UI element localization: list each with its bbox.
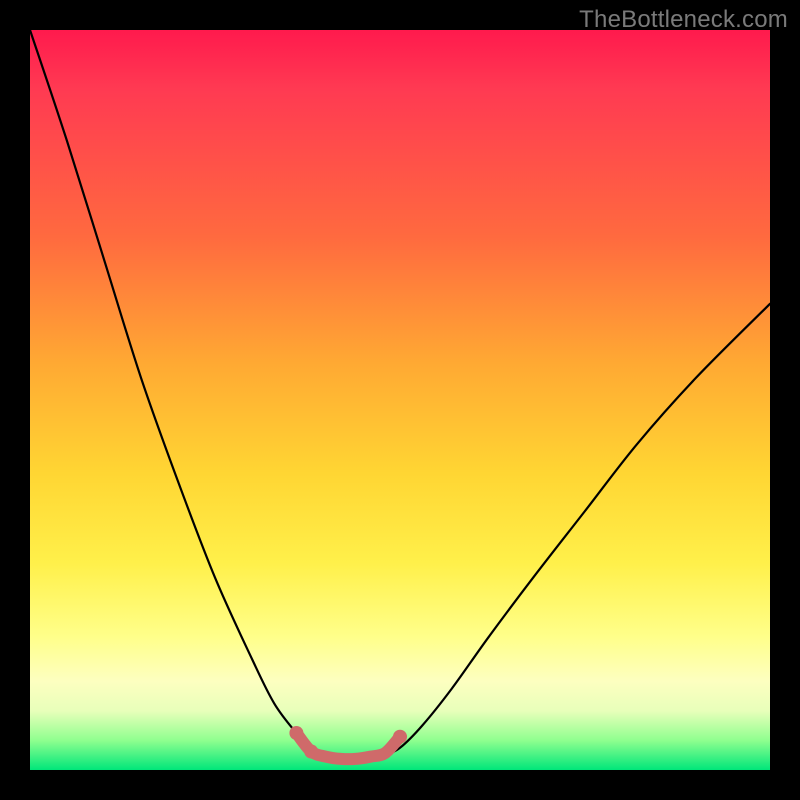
curve-right-arm xyxy=(385,304,770,755)
curve-left-arm xyxy=(30,30,326,755)
curve-layer xyxy=(30,30,770,770)
plot-area xyxy=(30,30,770,770)
accent-dot xyxy=(289,726,303,740)
accent-dot xyxy=(304,745,318,759)
accent-dot xyxy=(393,730,407,744)
chart-frame: TheBottleneck.com xyxy=(0,0,800,800)
